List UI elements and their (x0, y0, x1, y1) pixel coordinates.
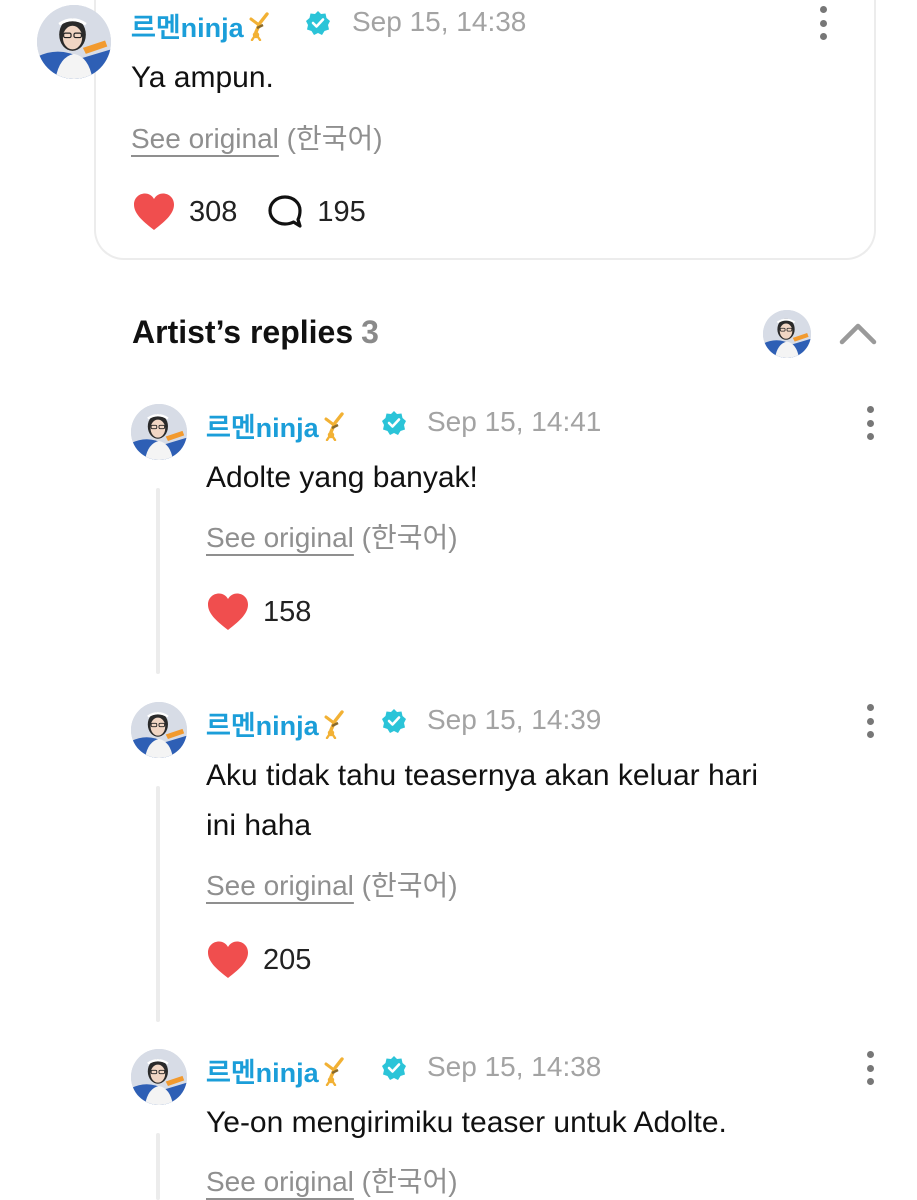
original-language: (한국어) (361, 870, 458, 901)
original-language: (한국어) (286, 123, 383, 154)
original-language: (한국어) (361, 1166, 458, 1197)
like-count: 158 (263, 595, 312, 628)
main-post-reactions: 308 195 (133, 192, 366, 232)
reply-2-more-options-icon[interactable] (864, 704, 876, 738)
heart-icon[interactable] (207, 592, 249, 632)
main-post-author[interactable]: 르멘ninja (131, 6, 272, 45)
comment-bubble-icon[interactable] (267, 194, 303, 230)
main-post-see-original: See original (한국어) (131, 117, 383, 157)
see-original-link[interactable]: See original (206, 1166, 354, 1197)
see-original-link[interactable]: See original (206, 522, 354, 553)
avatar-image (131, 702, 187, 758)
like-count: 205 (263, 943, 312, 976)
reply-3-more-options-icon[interactable] (864, 1051, 876, 1085)
gymnast-emoji-icon (321, 1056, 347, 1086)
verified-badge-icon (381, 1055, 407, 1081)
chevron-up-icon[interactable] (838, 318, 878, 348)
reply-1-thread-line (156, 488, 160, 674)
reply-2-avatar[interactable] (131, 702, 187, 758)
reply-3-text: Ye-on mengirimiku teaser untuk Adolte. (206, 1106, 727, 1139)
reply-3-thread-line (156, 1133, 160, 1200)
author-name: 르멘ninja (206, 1058, 319, 1088)
artist-replies-header: Artist’s replies 3 (132, 314, 379, 351)
author-name: 르멘ninja (131, 13, 244, 43)
author-name: 르멘ninja (206, 711, 319, 741)
reply-2-thread-line (156, 786, 160, 1022)
artist-replies-avatar (763, 310, 811, 358)
gymnast-emoji-icon (321, 709, 347, 739)
reply-3-see-original: See original (한국어) (206, 1160, 458, 1200)
gymnast-emoji-icon (321, 411, 347, 441)
heart-icon[interactable] (133, 192, 175, 232)
reply-3-author[interactable]: 르멘ninja (206, 1051, 347, 1090)
reply-3-avatar[interactable] (131, 1049, 187, 1105)
reply-1-timestamp: Sep 15, 14:41 (427, 406, 602, 437)
reply-2-text-line-1: Aku tidak tahu teasernya akan keluar har… (206, 759, 758, 792)
heart-icon[interactable] (207, 940, 249, 980)
reply-2-text-line-2: ini haha (206, 809, 312, 842)
avatar-image (37, 5, 111, 79)
see-original-link[interactable]: See original (206, 870, 354, 901)
reply-1-see-original: See original (한국어) (206, 516, 458, 556)
author-name: 르멘ninja (206, 413, 319, 443)
avatar-image (131, 404, 187, 460)
reply-1-author[interactable]: 르멘ninja (206, 406, 347, 445)
like-count: 308 (189, 195, 238, 228)
main-post-more-options-icon[interactable] (817, 6, 829, 40)
reply-1-text: Adolte yang banyak! (206, 461, 478, 494)
verified-badge-icon (381, 708, 407, 734)
artist-replies-count: 3 (361, 314, 379, 350)
reply-2-reactions: 205 (207, 940, 311, 980)
reply-1-reactions: 158 (207, 592, 311, 632)
comment-count: 195 (317, 195, 366, 228)
reply-3-timestamp: Sep 15, 14:38 (427, 1051, 602, 1082)
reply-1-more-options-icon[interactable] (864, 406, 876, 440)
reply-1-avatar[interactable] (131, 404, 187, 460)
reply-2-timestamp: Sep 15, 14:39 (427, 704, 602, 735)
see-original-link[interactable]: See original (131, 123, 279, 154)
gymnast-emoji-icon (246, 11, 272, 41)
artist-replies-title: Artist’s replies (132, 314, 354, 350)
main-post-timestamp: Sep 15, 14:38 (352, 6, 527, 37)
main-post-avatar[interactable] (37, 5, 111, 79)
verified-badge-icon (305, 10, 331, 36)
original-language: (한국어) (361, 522, 458, 553)
reply-2-author[interactable]: 르멘ninja (206, 704, 347, 743)
avatar-image (763, 310, 811, 358)
avatar-image (131, 1049, 187, 1105)
main-post-text: Ya ampun. (131, 61, 274, 94)
reply-2-see-original: See original (한국어) (206, 864, 458, 904)
verified-badge-icon (381, 410, 407, 436)
